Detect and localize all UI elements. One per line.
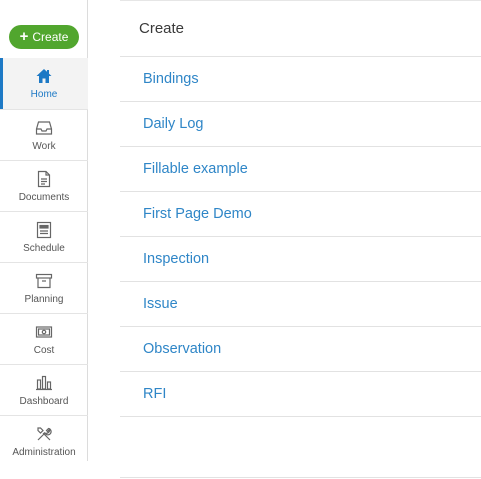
schedule-icon	[35, 221, 53, 239]
home-icon	[35, 67, 53, 85]
sidebar-item-cost[interactable]: Cost	[0, 313, 88, 364]
sidebar-item-label: Dashboard	[19, 395, 69, 407]
create-panel: Create Bindings Daily Log Fillable examp…	[120, 0, 481, 479]
sidebar-item-label: Work	[32, 140, 56, 152]
sidebar-item-work[interactable]: Work	[0, 109, 88, 160]
create-button[interactable]: + Create	[9, 25, 79, 49]
sidebar-item-label: Home	[30, 89, 58, 100]
sidebar-item-dashboard[interactable]: Dashboard	[0, 364, 88, 415]
sidebar-item-label: Documents	[18, 191, 70, 203]
create-item-rfi[interactable]: RFI	[120, 372, 481, 417]
bar-chart-icon	[35, 374, 53, 392]
create-item-issue[interactable]: Issue	[120, 282, 481, 327]
create-item-first-page-demo[interactable]: First Page Demo	[120, 192, 481, 237]
sidebar: + Create Home Work Documents Schedule Pl…	[0, 0, 88, 461]
inbox-icon	[35, 119, 53, 137]
sidebar-item-documents[interactable]: Documents	[0, 160, 88, 211]
sidebar-item-label: Schedule	[23, 242, 65, 254]
banknote-icon	[35, 323, 53, 341]
document-icon	[35, 170, 53, 188]
create-item-fillable-example[interactable]: Fillable example	[120, 147, 481, 192]
sidebar-item-administration[interactable]: Administration	[0, 415, 88, 466]
sidebar-item-schedule[interactable]: Schedule	[0, 211, 88, 262]
create-item-daily-log[interactable]: Daily Log	[120, 102, 481, 147]
create-type-list: Bindings Daily Log Fillable example Firs…	[120, 57, 481, 417]
create-item-bindings[interactable]: Bindings	[120, 57, 481, 102]
create-item-inspection[interactable]: Inspection	[120, 237, 481, 282]
create-item-observation[interactable]: Observation	[120, 327, 481, 372]
tools-icon	[35, 425, 53, 443]
sidebar-item-label: Planning	[24, 293, 64, 305]
sidebar-item-label: Cost	[33, 344, 55, 356]
sidebar-item-home[interactable]: Home	[0, 58, 88, 109]
divider	[120, 477, 481, 478]
page-title: Create	[120, 0, 481, 57]
sidebar-item-planning[interactable]: Planning	[0, 262, 88, 313]
sidebar-item-label: Administration	[12, 446, 76, 458]
plus-icon: +	[19, 28, 29, 45]
archive-box-icon	[35, 272, 53, 290]
app-root: + Create Home Work Documents Schedule Pl…	[0, 0, 481, 479]
sidebar-nav: Home Work Documents Schedule Planning Co…	[0, 58, 88, 466]
create-button-label: Create	[32, 30, 69, 44]
